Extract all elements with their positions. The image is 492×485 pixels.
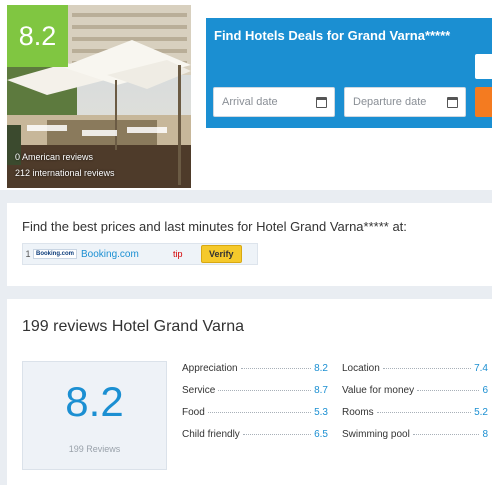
criterion-location: Location 7.4 — [342, 363, 488, 374]
criterion-label: Swimming pool — [342, 429, 410, 440]
criterion-value-for-money: Value for money 6 — [342, 385, 488, 396]
search-button[interactable] — [475, 87, 492, 117]
calendar-icon — [316, 97, 327, 108]
criterion-service: Service 8.7 — [182, 385, 328, 396]
criterion-value: 5.2 — [474, 407, 488, 418]
criterion-value: 8 — [482, 429, 488, 440]
arrival-date-input[interactable]: Arrival date — [213, 87, 335, 117]
criterion-label: Child friendly — [182, 429, 240, 440]
departure-date-placeholder: Departure date — [353, 96, 427, 108]
criterion-label: Food — [182, 407, 205, 418]
criterion-swimming-pool: Swimming pool 8 — [342, 429, 488, 440]
criterion-child-friendly: Child friendly 6.5 — [182, 429, 328, 440]
destination-input[interactable] — [475, 54, 492, 79]
booking-logo: Booking.com — [33, 249, 78, 259]
criterion-label: Service — [182, 385, 216, 396]
criterion-food: Food 5.3 — [182, 407, 328, 418]
hotel-header: 8.2 0 American reviews 212 international… — [0, 0, 492, 190]
departure-date-input[interactable]: Departure date — [344, 87, 466, 117]
best-prices-section: Find the best prices and last minutes fo… — [7, 203, 492, 286]
criterion-value: 8.7 — [314, 385, 328, 396]
calendar-icon — [447, 97, 458, 108]
criterion-value: 6 — [482, 385, 488, 396]
best-prices-title: Find the best prices and last minutes fo… — [22, 219, 407, 234]
criterion-label: Rooms — [342, 407, 374, 418]
provider-rank: 1 — [25, 249, 31, 259]
tip-label: tip — [173, 249, 183, 259]
criterion-value: 5.3 — [314, 407, 328, 418]
deals-title: Find Hotels Deals for Grand Varna***** — [214, 28, 451, 43]
criterion-label: Value for money — [342, 385, 415, 396]
review-count: 199 Reviews — [68, 444, 121, 454]
verify-button[interactable]: Verify — [201, 245, 242, 263]
american-reviews-count: 0 American reviews — [15, 152, 94, 162]
criterion-appreciation: Appreciation 8.2 — [182, 363, 328, 374]
criterion-label: Appreciation — [182, 363, 238, 374]
international-reviews-count: 212 international reviews — [15, 168, 115, 178]
score-badge: 8.2 — [7, 5, 68, 67]
booking-provider-row[interactable]: 1 Booking.com Booking.com tip Verify — [22, 243, 258, 265]
booking-link[interactable]: Booking.com — [81, 249, 173, 260]
criterion-value: 7.4 — [474, 363, 488, 374]
overall-score: 8.2 — [65, 378, 124, 425]
criterion-label: Location — [342, 363, 380, 374]
reviews-title: 199 reviews Hotel Grand Varna — [22, 318, 245, 335]
overall-score-box: 8.2 199 Reviews — [22, 361, 167, 470]
criterion-rooms: Rooms 5.2 — [342, 407, 488, 418]
criterion-value: 6.5 — [314, 429, 328, 440]
deals-search-panel: Find Hotels Deals for Grand Varna***** A… — [206, 18, 492, 128]
criterion-value: 8.2 — [314, 363, 328, 374]
arrival-date-placeholder: Arrival date — [222, 96, 278, 108]
reviews-section: 199 reviews Hotel Grand Varna 8.2 199 Re… — [7, 299, 492, 485]
